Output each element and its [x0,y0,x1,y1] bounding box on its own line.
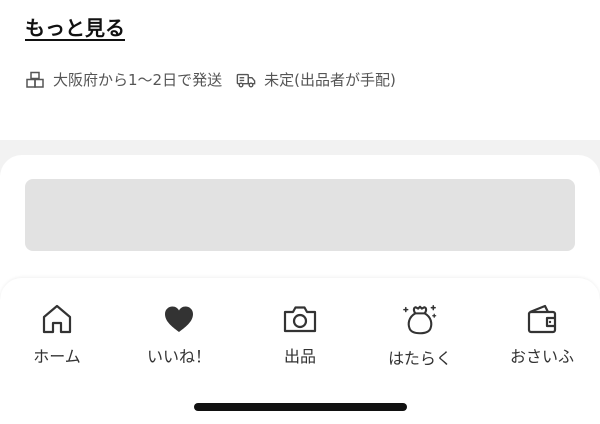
home-indicator-bar[interactable] [194,403,407,411]
loading-placeholder [25,179,575,251]
tab-work[interactable]: はたらく [365,302,475,368]
tab-sell[interactable]: 出品 [245,302,355,366]
box-icon [25,70,45,90]
see-more-link[interactable]: もっと見る [25,12,125,41]
wallet-icon [524,302,560,336]
tab-wallet-label: おさいふ [509,347,574,366]
money-bag-icon [402,302,438,338]
tab-home-label: ホーム [33,347,81,366]
tab-wallet[interactable]: おさいふ [487,302,597,366]
home-icon [39,302,75,336]
tab-sell-label: 出品 [283,347,316,366]
tab-likes[interactable]: いいね！ [124,302,234,366]
shipping-origin-text: 大阪府から1〜2日で発送 [53,71,223,89]
product-info-section: もっと見る 大阪府から1〜2日で発送 未定(出品者が手配) [0,0,600,140]
shipping-info: 大阪府から1〜2日で発送 未定(出品者が手配) [25,69,410,90]
camera-icon [282,302,318,336]
tab-likes-label: いいね！ [146,347,211,366]
heart-icon [161,302,197,336]
tab-home[interactable]: ホーム [2,302,112,366]
shipping-method-text: 未定(出品者が手配) [264,71,396,89]
tab-work-label: はたらく [388,349,452,368]
truck-icon [236,70,256,90]
product-page: もっと見る 大阪府から1〜2日で発送 未定(出品者が手配) ホーム いいね！ 出… [0,0,600,424]
